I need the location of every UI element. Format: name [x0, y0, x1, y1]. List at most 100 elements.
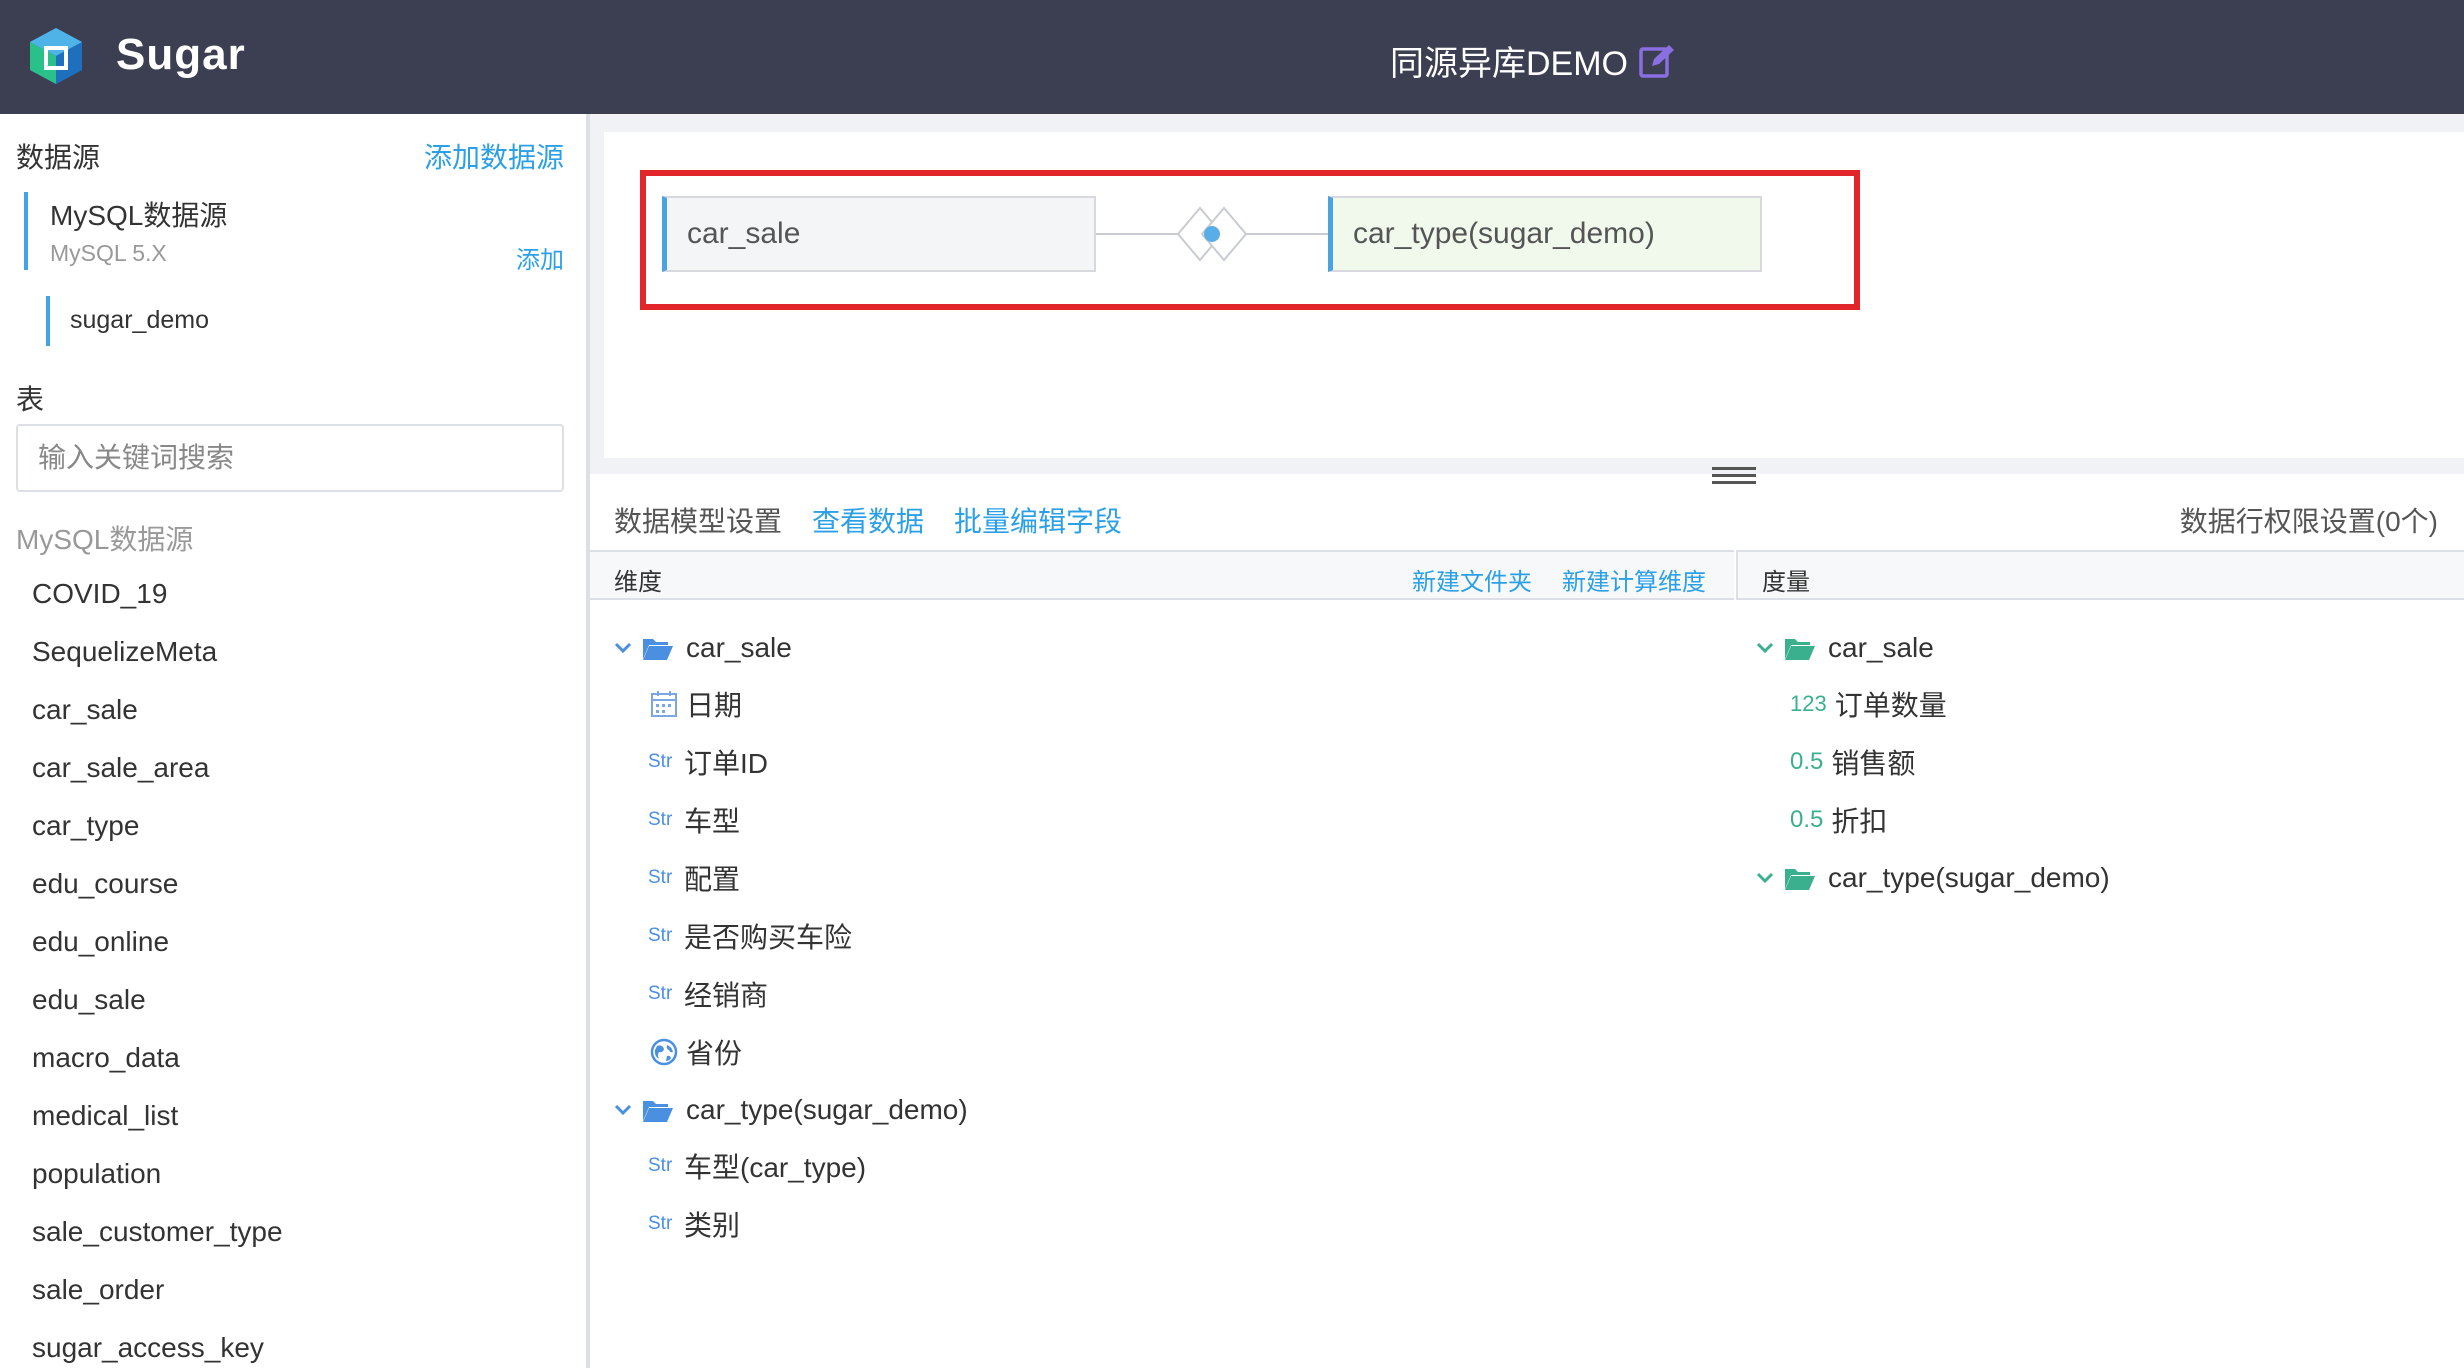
measure-field-label: 订单数量: [1834, 690, 1947, 721]
folder-open-icon: [643, 639, 673, 660]
dimension-field-label: 车型: [684, 806, 741, 837]
new-folder-button[interactable]: 新建文件夹: [1412, 562, 1532, 597]
measures-header: 度量: [1736, 550, 2464, 600]
folder-open-icon: [643, 1101, 673, 1122]
chevron-down-icon[interactable]: [1754, 637, 1776, 659]
calendar-icon: [651, 691, 677, 717]
table-item[interactable]: edu_sale: [32, 984, 146, 1016]
table-item[interactable]: sale_order: [32, 1274, 164, 1306]
dimension-field-label: 省份: [686, 1038, 743, 1069]
dimension-field-label: 配置: [684, 864, 741, 895]
page-title: 同源异库DEMO: [1390, 45, 1628, 83]
table-item[interactable]: car_sale_area: [32, 752, 209, 784]
chevron-down-icon[interactable]: [1754, 867, 1776, 889]
table-item[interactable]: population: [32, 1158, 161, 1190]
folder-open-icon: [1785, 639, 1815, 660]
dimensions-header: 维度 新建文件夹 新建计算维度: [590, 550, 1734, 600]
table-item[interactable]: car_sale: [32, 694, 138, 726]
dimension-field[interactable]: Str 类别: [648, 1204, 740, 1244]
dimension-group[interactable]: car_type(sugar_demo): [612, 1090, 968, 1130]
dimension-field[interactable]: Str 车型: [648, 800, 740, 840]
measure-group-name: car_type(sugar_demo): [1828, 862, 2110, 893]
datasource-version: MySQL 5.X: [50, 240, 167, 266]
table-group-label: MySQL数据源: [16, 524, 194, 555]
dimension-field-label: 是否购买车险: [684, 922, 853, 953]
model-canvas: car_sale car_type(sugar_demo): [604, 132, 2464, 458]
dimension-field[interactable]: 日期: [650, 684, 742, 724]
datasource-indicator: [24, 192, 28, 270]
folder-open-icon: [1785, 869, 1815, 890]
table-item[interactable]: sale_customer_type: [32, 1216, 283, 1248]
datasource-name[interactable]: MySQL数据源: [50, 194, 227, 234]
database-item[interactable]: sugar_demo: [70, 306, 209, 335]
app-header: Sugar 同源异库DEMO: [0, 0, 2464, 114]
edit-icon[interactable]: [1638, 42, 1676, 80]
model-table-node[interactable]: car_type(sugar_demo): [1328, 196, 1762, 272]
table-item[interactable]: COVID_19: [32, 578, 167, 610]
dimension-group[interactable]: car_sale: [612, 628, 792, 668]
table-search-input[interactable]: [16, 424, 564, 492]
tab-batch-edit[interactable]: 批量编辑字段: [954, 500, 1122, 540]
table-item[interactable]: car_type: [32, 810, 139, 842]
tabs-bar: 数据模型设置 查看数据 批量编辑字段 数据行权限设置(0个): [590, 488, 2464, 552]
dimension-group-name: car_sale: [686, 632, 792, 663]
sidebar: 数据源 添加数据源 MySQL数据源 MySQL 5.X 添加 sugar_de…: [0, 114, 586, 1368]
string-type-icon: Str: [648, 809, 673, 830]
table-item[interactable]: edu_online: [32, 926, 169, 958]
string-type-icon: Str: [648, 925, 673, 946]
resize-handle-icon[interactable]: [1710, 464, 1758, 488]
brand-name: Sugar: [116, 30, 246, 79]
dimensions-title: 维度: [614, 569, 662, 596]
string-type-icon: Str: [648, 1155, 673, 1176]
dimension-field-label: 日期: [686, 690, 743, 721]
string-type-icon: Str: [648, 983, 673, 1004]
add-database-link[interactable]: 添加: [516, 240, 564, 275]
decimal-type-icon: 0.5: [1790, 748, 1824, 775]
dimension-field[interactable]: Str 车型(car_type): [648, 1146, 866, 1186]
table-item[interactable]: SequelizeMeta: [32, 636, 217, 668]
dimension-field[interactable]: Str 是否购买车险: [648, 916, 852, 956]
tab-view-data[interactable]: 查看数据: [812, 500, 924, 540]
row-permission-link[interactable]: 数据行权限设置(0个): [2180, 500, 2438, 540]
tab-model-settings[interactable]: 数据模型设置: [614, 500, 782, 540]
string-type-icon: Str: [648, 1213, 673, 1234]
dimension-field[interactable]: Str 配置: [648, 858, 740, 898]
page-title-group: 同源异库DEMO: [1390, 36, 1676, 85]
dimension-field-label: 车型(car_type): [684, 1152, 867, 1183]
table-heading: 表: [16, 384, 45, 415]
measure-field[interactable]: 0.5 折扣: [1790, 800, 1887, 840]
dimension-field[interactable]: Str 经销商: [648, 974, 768, 1014]
measures-title: 度量: [1762, 569, 1810, 596]
measure-field[interactable]: 123 订单数量: [1790, 684, 1947, 724]
dimension-field-label: 类别: [684, 1210, 741, 1241]
measure-group-name: car_sale: [1828, 632, 1934, 663]
dimension-field[interactable]: Str 订单ID: [648, 742, 768, 782]
globe-icon: [650, 1038, 678, 1066]
main-panel: car_sale car_type(sugar_demo) 数据模型设置 查看数…: [590, 114, 2464, 1368]
dimension-field-label: 订单ID: [684, 748, 769, 779]
dimension-group-name: car_type(sugar_demo): [686, 1094, 968, 1125]
measure-group[interactable]: car_type(sugar_demo): [1754, 858, 2110, 898]
chevron-down-icon[interactable]: [612, 1099, 634, 1121]
measure-group[interactable]: car_sale: [1754, 628, 1934, 668]
string-type-icon: Str: [648, 751, 673, 772]
integer-type-icon: 123: [1790, 691, 1827, 716]
sugar-logo-icon: [30, 28, 82, 84]
table-item[interactable]: macro_data: [32, 1042, 180, 1074]
measure-field[interactable]: 0.5 销售额: [1790, 742, 1915, 782]
datasource-heading: 数据源: [16, 142, 101, 173]
string-type-icon: Str: [648, 867, 673, 888]
table-item[interactable]: edu_course: [32, 868, 178, 900]
decimal-type-icon: 0.5: [1790, 806, 1824, 833]
table-item[interactable]: medical_list: [32, 1100, 178, 1132]
chevron-down-icon[interactable]: [612, 637, 634, 659]
model-table-node[interactable]: car_sale: [662, 196, 1096, 272]
table-item[interactable]: sugar_access_key: [32, 1332, 264, 1364]
dimension-field[interactable]: 省份: [650, 1032, 742, 1072]
new-calc-dimension-button[interactable]: 新建计算维度: [1562, 562, 1706, 597]
add-datasource-link[interactable]: 添加数据源: [424, 136, 564, 176]
measure-field-label: 折扣: [1831, 806, 1888, 837]
dimension-field-label: 经销商: [684, 980, 769, 1011]
join-connector-icon[interactable]: [1096, 202, 1328, 266]
database-indicator: [46, 296, 50, 346]
